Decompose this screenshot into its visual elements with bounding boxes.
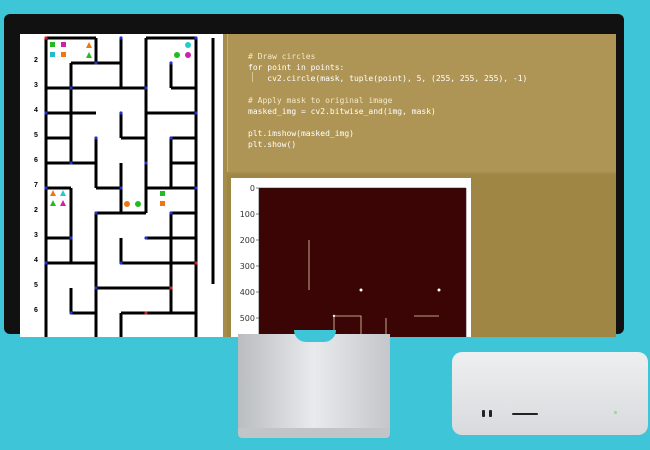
sd-card-slot (512, 413, 538, 415)
triangle-icon (60, 200, 66, 206)
display-screen: 2 3 4 5 6 7 2 3 4 5 6 # Draw circles for point in p… (20, 34, 616, 337)
mask-dot (359, 288, 363, 292)
triangle-icon (60, 190, 66, 196)
output-cell: 0 100 200 300 400 500 (227, 174, 616, 337)
code-line: plt.show() (248, 140, 297, 149)
code-line: for point in points: (248, 63, 345, 72)
maze-node (69, 86, 73, 90)
maze-row-number: 7 (34, 182, 38, 189)
maze-node (169, 211, 173, 215)
maze-node (119, 36, 123, 40)
code-cell[interactable]: # Draw circles for point in points: cv2.c… (227, 34, 616, 172)
circle-icon (185, 42, 191, 48)
maze-node (144, 161, 148, 165)
maze-node (69, 236, 73, 240)
maze-row-number: 2 (34, 57, 38, 64)
square-icon (160, 201, 165, 206)
square-icon (50, 42, 55, 47)
triangle-icon (50, 190, 56, 196)
square-icon (61, 52, 66, 57)
square-icon (160, 191, 165, 196)
circle-icon (135, 201, 141, 207)
triangle-icon (86, 42, 92, 48)
maze-node (169, 286, 173, 290)
maze-node (69, 161, 73, 165)
y-tick-label: 100 (240, 210, 255, 219)
maze-grid: 2 3 4 5 6 7 2 3 4 5 6 (34, 36, 215, 337)
maze-row-number: 6 (34, 157, 38, 164)
circle-icon (124, 201, 130, 207)
maze-node (194, 36, 198, 40)
maze-node (119, 111, 123, 115)
triangle-icon (86, 52, 92, 58)
maze-row-number: 3 (34, 232, 38, 239)
maze-node (194, 111, 198, 115)
y-tick-label: 400 (240, 288, 255, 297)
stand-notch (294, 330, 336, 342)
maze-node (94, 136, 98, 140)
y-tick-label: 300 (240, 262, 255, 271)
maze-node (94, 211, 98, 215)
monitor-stand-base (238, 428, 390, 438)
maze-node (119, 261, 123, 265)
maze-node (169, 61, 173, 65)
maze-node (44, 186, 48, 190)
mask-plot: 0 100 200 300 400 500 (240, 184, 467, 337)
monitor-stand (238, 334, 390, 432)
maze-row-number: 2 (34, 207, 38, 214)
code-line: masked_img = cv2.bitwise_and(img, mask) (248, 107, 436, 116)
matplotlib-figure: 0 100 200 300 400 500 (231, 178, 471, 337)
triangle-icon (50, 200, 56, 206)
mac-studio-computer (452, 352, 648, 435)
square-icon (61, 42, 66, 47)
circle-icon (174, 52, 180, 58)
usb-c-port (489, 410, 492, 417)
maze-row-number: 4 (34, 257, 38, 264)
maze-row-number: 3 (34, 82, 38, 89)
maze-node (44, 261, 48, 265)
maze-row-number: 5 (34, 282, 38, 289)
circle-icon (185, 52, 191, 58)
maze-node (119, 186, 123, 190)
maze-node (44, 111, 48, 115)
maze-node (94, 286, 98, 290)
maze-row-number: 5 (34, 132, 38, 139)
y-tick-label: 0 (250, 184, 255, 193)
maze-node (144, 311, 148, 315)
maze-image-panel: 2 3 4 5 6 7 2 3 4 5 6 (20, 34, 223, 337)
mask-dot (437, 288, 441, 292)
square-icon (50, 52, 55, 57)
y-tick-label: 200 (240, 236, 255, 245)
maze-node (194, 186, 198, 190)
plot-image-area (259, 188, 466, 337)
usb-c-port (482, 410, 485, 417)
maze-node (144, 236, 148, 240)
y-tick-label: 500 (240, 314, 255, 323)
code-line: plt.imshow(masked_img) (248, 129, 354, 138)
maze-node (194, 261, 198, 265)
maze-row-number: 4 (34, 107, 38, 114)
maze-node (69, 311, 73, 315)
maze-node (144, 86, 148, 90)
maze-node (94, 61, 98, 65)
code-comment-line: # Apply mask to original image (248, 96, 393, 105)
power-led (614, 411, 617, 414)
maze-node (44, 36, 48, 40)
maze-row-number: 6 (34, 307, 38, 314)
maze-node (169, 136, 173, 140)
code-line: cv2.circle(mask, tuple(point), 5, (255, … (248, 74, 528, 83)
code-comment-line: # Draw circles (248, 52, 316, 61)
studio-display-frame: 2 3 4 5 6 7 2 3 4 5 6 # Draw circles for point in p… (4, 14, 624, 337)
